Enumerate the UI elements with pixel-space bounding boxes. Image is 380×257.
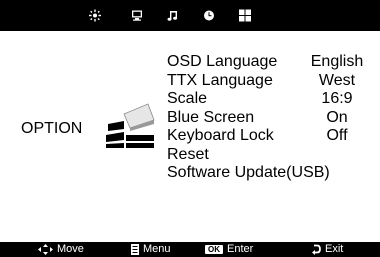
menu-item-scale[interactable]: Scale 16:9	[167, 90, 377, 109]
return-icon	[312, 244, 321, 255]
menu-item-ttx-language[interactable]: TTX Language West	[167, 72, 377, 91]
menu-item-reset[interactable]: Reset	[167, 146, 377, 165]
footer-hint-bar: Move Menu OK Enter Exit	[0, 242, 380, 257]
footer-hint-exit: Exit	[312, 242, 343, 257]
grid-icon[interactable]	[238, 9, 252, 22]
menu-item-value: West	[318, 71, 356, 89]
menu-item-software-update[interactable]: Software Update(USB)	[167, 164, 377, 183]
section-title: OPTION	[21, 120, 83, 137]
menu-item-label: Scale	[167, 90, 208, 107]
monitor-icon[interactable]	[130, 9, 144, 22]
ok-badge: OK	[205, 245, 223, 254]
menu-item-label: Blue Screen	[167, 108, 255, 126]
move-arrows-icon	[38, 244, 53, 255]
menu-item-value: Off	[326, 127, 348, 144]
option-menu: OSD Language English TTX Language West S…	[167, 53, 377, 183]
header-divider	[0, 30, 380, 31]
footer-enter-label: Enter	[227, 243, 254, 255]
music-note-icon[interactable]	[166, 9, 180, 22]
footer-hint-enter: OK Enter	[205, 242, 253, 257]
footer-hint-menu: Menu	[131, 242, 171, 257]
menu-item-label: Reset	[167, 145, 209, 163]
footer-menu-label: Menu	[143, 243, 171, 255]
menu-item-label: TTX Language	[167, 71, 273, 89]
top-tab-bar	[0, 0, 380, 30]
footer-move-label: Move	[57, 243, 84, 255]
footer-exit-label: Exit	[325, 243, 344, 255]
menu-icon	[131, 244, 139, 255]
menu-item-keyboard-lock[interactable]: Keyboard Lock Off	[167, 127, 377, 146]
clock-icon[interactable]	[202, 9, 216, 22]
menu-item-label: Keyboard Lock	[167, 127, 274, 144]
option-blocks-icon	[104, 100, 158, 152]
menu-item-value: English	[310, 53, 364, 70]
menu-item-label: OSD Language	[167, 53, 278, 70]
picture-icon[interactable]	[88, 9, 102, 22]
footer-hint-move: Move	[38, 242, 84, 257]
menu-item-label: Software Update(USB)	[167, 164, 330, 181]
menu-item-value: 16:9	[321, 90, 353, 107]
menu-item-osd-language[interactable]: OSD Language English	[167, 53, 377, 72]
menu-item-value: On	[326, 108, 348, 126]
menu-item-blue-screen[interactable]: Blue Screen On	[167, 109, 377, 128]
